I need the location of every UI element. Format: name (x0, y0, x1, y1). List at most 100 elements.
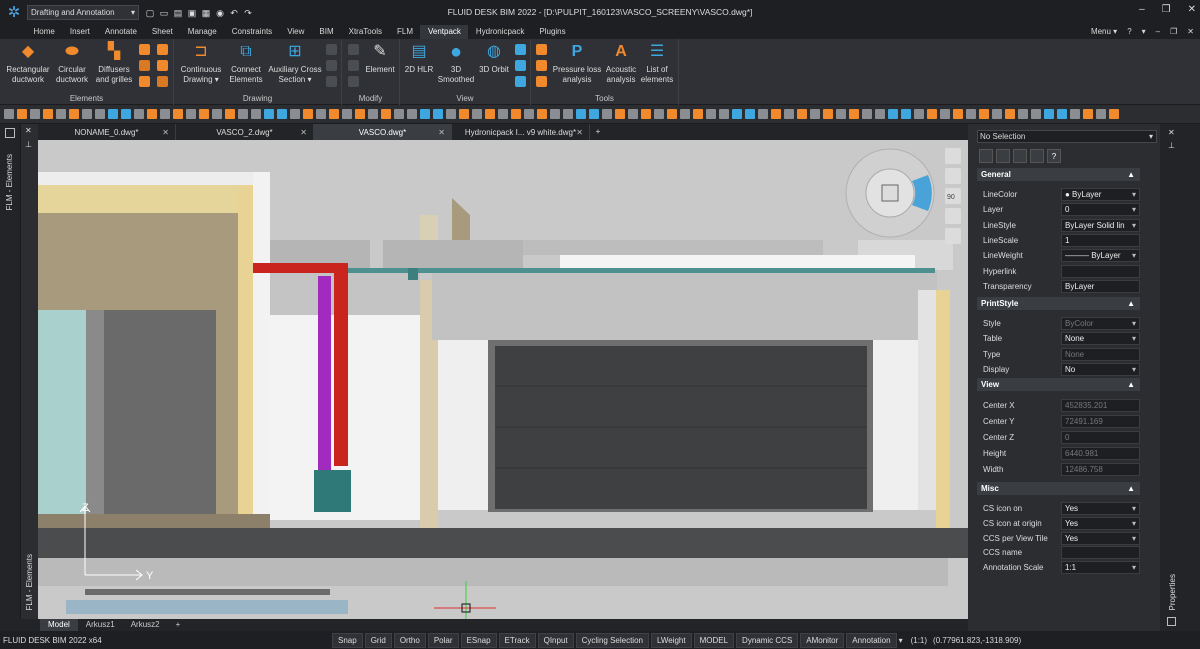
toolbar-tool-icon[interactable] (290, 109, 300, 119)
toolbar-tool-icon[interactable] (589, 109, 599, 119)
doc-tab-noname[interactable]: NONAME_0.dwg* ✕ (38, 124, 176, 140)
toolbar-tool-icon[interactable] (264, 109, 274, 119)
toolbar-tool-icon[interactable] (667, 109, 677, 119)
help-icon[interactable]: ? (1127, 25, 1131, 39)
dock-icon[interactable] (1167, 617, 1176, 626)
property-value[interactable]: ● ByLayer ▾ (1061, 188, 1140, 201)
tab-xtratools[interactable]: XtraTools (341, 25, 389, 39)
toolbar-tool-icon[interactable] (186, 109, 196, 119)
maximize-icon[interactable]: ❐ (1162, 4, 1171, 15)
toolbar-tool-icon[interactable] (927, 109, 937, 119)
status-toggle-annotation[interactable]: Annotation (846, 632, 897, 648)
property-value[interactable]: Yes ▾ (1061, 502, 1140, 515)
property-value[interactable]: 0 ▾ (1061, 203, 1140, 217)
toolbar-tool-icon[interactable] (342, 109, 352, 119)
toolbar-tool-icon[interactable] (134, 109, 144, 119)
close-tab-icon[interactable]: ✕ (162, 128, 169, 137)
new-file-icon[interactable]: ▢ (145, 8, 155, 18)
toolbar-tool-icon[interactable] (147, 109, 157, 119)
toolbar-tool-icon[interactable] (303, 109, 313, 119)
toolbar-tool-icon[interactable] (576, 109, 586, 119)
property-value[interactable]: No ▾ (1061, 362, 1140, 376)
property-value[interactable]: 12486.758 (1061, 463, 1140, 476)
tab-manage[interactable]: Manage (180, 25, 224, 39)
toolbar-tool-icon[interactable] (706, 109, 716, 119)
status-toggle-ortho[interactable]: Ortho (393, 632, 426, 648)
toolbar-tool-icon[interactable] (615, 109, 625, 119)
tab-bim[interactable]: BIM (312, 25, 341, 39)
toolbar-tool-icon[interactable] (1031, 109, 1041, 119)
toolbar-tool-icon[interactable] (30, 109, 40, 119)
toolbar-tool-icon[interactable] (238, 109, 248, 119)
pin-icon[interactable]: ⊥ (25, 140, 32, 149)
toolbar-tool-icon[interactable] (173, 109, 183, 119)
toolbar-tool-icon[interactable] (784, 109, 794, 119)
print-icon[interactable]: ▦ (201, 8, 211, 18)
ribbon-minimize-icon[interactable]: ▾ (1142, 25, 1146, 39)
toolbar-tool-icon[interactable] (862, 109, 872, 119)
tool-icon-2[interactable] (536, 60, 547, 71)
tab-view[interactable]: View (280, 25, 312, 39)
toolbar-tool-icon[interactable] (212, 109, 222, 119)
toolbar-tool-icon[interactable] (394, 109, 404, 119)
quick-select-icon[interactable] (1013, 149, 1027, 163)
pick-add-icon[interactable] (996, 149, 1010, 163)
window-restore-icon[interactable]: ❐ (1170, 25, 1177, 39)
toolbar-tool-icon[interactable] (836, 109, 846, 119)
tab-ventpack[interactable]: Ventpack (420, 25, 469, 39)
toolbar-tool-icon[interactable] (1096, 109, 1106, 119)
property-value[interactable]: 0 (1061, 431, 1140, 444)
new-tab-icon[interactable]: + (590, 124, 606, 140)
add-layout-icon[interactable]: + (168, 619, 189, 631)
list-of-elements-button[interactable]: ☰ List of elements (639, 42, 675, 85)
toolbar-tool-icon[interactable] (524, 109, 534, 119)
dock-icon[interactable] (5, 128, 15, 138)
tab-hydronicpack[interactable]: Hydronicpack (468, 25, 531, 39)
auxiliary-cross-section-button[interactable]: ⊞ Auxiliary Cross Section ▾ (268, 42, 322, 85)
drawing-tool-3-icon[interactable] (326, 76, 337, 87)
toolbar-tool-icon[interactable] (1044, 109, 1054, 119)
section-general[interactable]: General ▲ (977, 168, 1140, 181)
open-folder-icon[interactable]: ▤ (173, 8, 183, 18)
circular-ductwork-button[interactable]: ⬬ Circular ductwork (52, 42, 92, 85)
toolbar-tool-icon[interactable] (225, 109, 235, 119)
properties-tab[interactable]: Properties (1168, 574, 1177, 610)
tool-icon-1[interactable] (536, 44, 547, 55)
section-misc[interactable]: Misc ▲ (977, 482, 1140, 495)
workspace-dropdown[interactable]: Drafting and Annotation ▾ (27, 5, 139, 20)
undo-icon[interactable]: ↶ (229, 8, 239, 18)
minimize-icon[interactable]: ‒ (1139, 4, 1145, 15)
toolbar-tool-icon[interactable] (43, 109, 53, 119)
status-toggle-cycling-selection[interactable]: Cycling Selection (575, 632, 649, 648)
property-value[interactable]: 6440.981 (1061, 447, 1140, 460)
drawing-tool-icon[interactable] (326, 44, 337, 55)
toolbar-tool-icon[interactable] (1005, 109, 1015, 119)
toolbar-tool-icon[interactable] (277, 109, 287, 119)
toolbar-tool-icon[interactable] (654, 109, 664, 119)
select-objects-icon[interactable] (979, 149, 993, 163)
acoustic-analysis-button[interactable]: A Acoustic analysis (603, 42, 639, 85)
toolbar-tool-icon[interactable] (745, 109, 755, 119)
toolbar-tool-icon[interactable] (1070, 109, 1080, 119)
toolbar-tool-icon[interactable] (992, 109, 1002, 119)
toolbar-tool-icon[interactable] (381, 109, 391, 119)
properties-help-icon[interactable]: ? (1047, 149, 1061, 163)
property-value[interactable]: 72491.169 (1061, 415, 1140, 428)
toolbar-tool-icon[interactable] (537, 109, 547, 119)
toolbar-tool-icon[interactable] (693, 109, 703, 119)
toolbar-tool-icon[interactable] (4, 109, 14, 119)
property-value[interactable]: ——— ByLayer ▾ (1061, 249, 1140, 263)
toolbar-tool-icon[interactable] (355, 109, 365, 119)
layout-tab-arkusz2[interactable]: Arkusz2 (123, 619, 168, 631)
drawing-viewport[interactable]: Z Y 90 (38, 140, 968, 619)
toolbar-tool-icon[interactable] (680, 109, 690, 119)
doc-tab-vasco[interactable]: VASCO.dwg* ✕ (314, 124, 452, 140)
toolbar-tool-icon[interactable] (875, 109, 885, 119)
property-value[interactable]: None (1061, 347, 1140, 361)
status-toggle-snap[interactable]: Snap (332, 632, 363, 648)
3d-orbit-button[interactable]: ◍ 3D Orbit (476, 42, 512, 75)
rectangular-ductwork-button[interactable]: ◆ Rectangular ductwork (4, 42, 52, 85)
toolbar-tool-icon[interactable] (459, 109, 469, 119)
modify-rotate-icon[interactable] (348, 60, 359, 71)
toolbar-tool-icon[interactable] (771, 109, 781, 119)
